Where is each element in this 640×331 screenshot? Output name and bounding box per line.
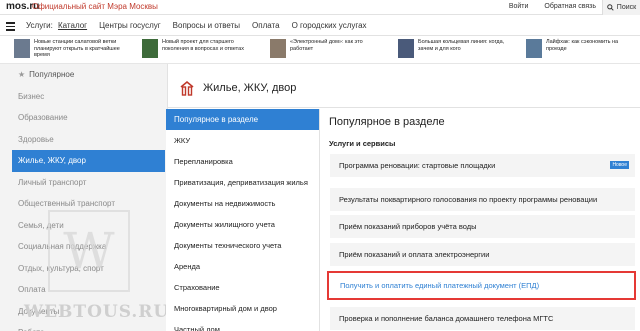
news-strip: Новые станции салатовой ветки планируют … [0, 37, 640, 64]
service-card[interactable]: Результаты поквартирного голосования по … [330, 188, 635, 211]
subcategory-menu: Популярное в разделе ЖКУ Перепланировка … [166, 109, 320, 331]
service-card-highlighted[interactable]: Получить и оплатить единый платежный док… [327, 271, 636, 300]
service-card[interactable]: Проверка и пополнение баланса домашнего … [330, 307, 635, 330]
watermark-logo: W [48, 210, 130, 292]
submenu-item-zhku[interactable]: ЖКУ [166, 130, 319, 151]
top-bar: mos.ru Официальный сайт Мэра Москвы Войт… [0, 0, 640, 15]
submenu-item-insurance[interactable]: Страхование [166, 277, 319, 298]
service-card-label: Приём показаний и оплата электроэнергии [339, 250, 490, 259]
news-thumbnail [526, 39, 542, 58]
service-card-label: Приём показаний приборов учёта воды [339, 222, 477, 231]
star-icon: ★ [18, 70, 26, 80]
services-nav: Услуги: Каталог Центры госуслуг Вопросы … [0, 16, 640, 36]
services-content: Популярное в разделе Услуги и сервисы Пр… [320, 109, 640, 331]
menu-icon[interactable] [6, 22, 15, 31]
sidebar-item-business[interactable]: Бизнес [0, 86, 167, 108]
services-nav-items: Каталог Центры госуслуг Вопросы и ответы… [58, 21, 367, 30]
news-thumbnail [270, 39, 286, 58]
sidebar-item-health[interactable]: Здоровье [0, 129, 167, 151]
new-badge: Новое [610, 161, 629, 169]
services-label: Услуги: [26, 21, 53, 30]
submenu-item-private-house[interactable]: Частный дом [166, 319, 319, 331]
service-card[interactable]: Программа реновации: стартовые площадки … [330, 154, 635, 177]
news-title: Новый проект для старшего поколения в во… [162, 39, 244, 52]
news-item[interactable]: «Электронный дом»: как это работает [256, 37, 384, 63]
submenu-item-replanning[interactable]: Перепланировка [166, 151, 319, 172]
submenu-item-privatization[interactable]: Приватизация, деприватизация жилья [166, 172, 319, 193]
watermark-text: WEBTOUS.RU [24, 302, 170, 322]
news-title: «Электронный дом»: как это работает [290, 39, 363, 52]
news-thumbnail [398, 39, 414, 58]
search-label: Поиск [616, 4, 637, 11]
service-card-label: Проверка и пополнение баланса домашнего … [339, 314, 554, 323]
news-thumbnail [14, 39, 30, 58]
search-button[interactable]: Поиск [602, 0, 640, 15]
submenu-item-housing-registry[interactable]: Документы жилищного учета [166, 214, 319, 235]
submenu-item-rent[interactable]: Аренда [166, 256, 319, 277]
content-subtitle: Услуги и сервисы [329, 139, 396, 148]
service-card-label: Программа реновации: стартовые площадки [339, 161, 496, 170]
sidebar-item-education[interactable]: Образование [0, 107, 167, 129]
submenu-item-apartment-building[interactable]: Многоквартирный дом и двор [166, 298, 319, 319]
news-title: Лайфхак: как сэкономить на проезде [546, 39, 619, 52]
sidebar-item-personal-transport[interactable]: Личный транспорт [0, 172, 167, 194]
service-card[interactable]: Приём показаний и оплата электроэнергии [330, 243, 635, 266]
service-card[interactable]: Приём показаний приборов учёта воды [330, 215, 635, 238]
service-card-label: Результаты поквартирного голосования по … [339, 195, 598, 204]
section-title: Жилье, ЖКУ, двор [203, 82, 297, 94]
news-title: Большая кольцевая линия: когда, зачем и … [418, 39, 505, 52]
sidebar-item-label: Популярное [29, 70, 75, 80]
login-link[interactable]: Войти [509, 3, 529, 10]
site-subtitle: Официальный сайт Мэра Москвы [32, 2, 158, 11]
sidebar-item-work[interactable]: Работа [0, 322, 167, 331]
nav-payment[interactable]: Оплата [252, 21, 280, 30]
news-item[interactable]: Большая кольцевая линия: когда, зачем и … [384, 37, 512, 63]
submenu-item-popular[interactable]: Популярное в разделе [166, 109, 319, 130]
nav-about-services[interactable]: О городских услугах [292, 21, 367, 30]
watermark-letter: W [63, 222, 115, 280]
submenu-item-property-documents[interactable]: Документы на недвижимость [166, 193, 319, 214]
news-title: Новые станции салатовой ветки планируют … [34, 39, 120, 58]
service-card-label: Получить и оплатить единый платежный док… [340, 281, 540, 290]
sidebar-item-housing[interactable]: Жилье, ЖКУ, двор [12, 150, 165, 172]
feedback-link[interactable]: Обратная связь [544, 3, 596, 10]
residential-building-icon [180, 80, 194, 96]
news-item[interactable]: Лайфхак: как сэкономить на проезде [512, 37, 640, 63]
news-item[interactable]: Новый проект для старшего поколения в во… [128, 37, 256, 63]
submenu-item-technical-registry[interactable]: Документы технического учета [166, 235, 319, 256]
nav-catalog[interactable]: Каталог [58, 21, 87, 30]
news-item[interactable]: Новые станции салатовой ветки планируют … [0, 37, 128, 63]
nav-service-centers[interactable]: Центры госуслуг [99, 21, 161, 30]
section-header: Жилье, ЖКУ, двор [168, 64, 640, 108]
search-icon [607, 4, 614, 11]
news-thumbnail [142, 39, 158, 58]
nav-faq[interactable]: Вопросы и ответы [173, 21, 240, 30]
top-links: Войти Обратная связь [509, 3, 596, 10]
content-title: Популярное в разделе [329, 116, 445, 128]
sidebar-item-popular[interactable]: ★ Популярное [0, 64, 167, 86]
